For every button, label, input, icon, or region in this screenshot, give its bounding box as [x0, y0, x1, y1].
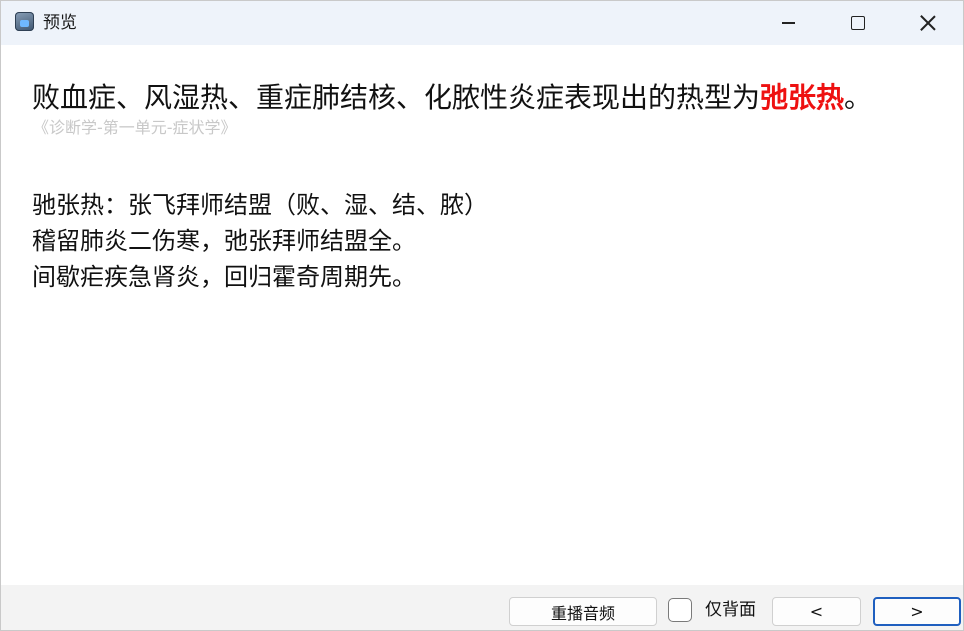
minimize-icon — [781, 22, 795, 24]
next-button[interactable]: > — [873, 597, 961, 626]
back-only-checkbox[interactable] — [668, 598, 692, 622]
close-button[interactable] — [893, 1, 963, 45]
title-bar[interactable]: 预览 — [1, 1, 963, 45]
maximize-button[interactable] — [823, 1, 893, 45]
previous-button[interactable]: < — [772, 597, 861, 626]
minimize-button[interactable] — [753, 1, 823, 45]
card-content: 败血症、风湿热、重症肺结核、化脓性炎症表现出的热型为弛张热。 《诊断学-第一单元… — [1, 45, 963, 585]
preview-window: 预览 败血症、风湿热、重症肺结核、化脓性炎症表现出的热型为弛张热。 《诊断学-第… — [0, 0, 964, 631]
maximize-icon — [851, 16, 865, 30]
mnemonic-notes: 驰张热：张飞拜师结盟（败、湿、结、脓） 稽留肺炎二伤寒，弛张拜师结盟全。 间歇疟… — [32, 187, 488, 295]
question-text: 败血症、风湿热、重症肺结核、化脓性炎症表现出的热型为弛张热。 — [32, 79, 872, 117]
question-main: 败血症、风湿热、重症肺结核、化脓性炎症表现出的热型为 — [32, 81, 761, 114]
question-end: 。 — [844, 81, 873, 114]
answer-highlight: 弛张热 — [760, 81, 845, 114]
replay-audio-button[interactable]: 重播音频 — [509, 597, 657, 626]
app-icon — [15, 12, 34, 31]
note-line: 间歇疟疾急肾炎，回归霍奇周期先。 — [32, 263, 416, 291]
close-icon — [920, 15, 936, 31]
back-only-label[interactable]: 仅背面 — [705, 599, 756, 621]
note-line: 稽留肺炎二伤寒，弛张拜师结盟全。 — [32, 227, 416, 255]
window-title: 预览 — [43, 13, 77, 33]
footer-bar: 重播音频 仅背面 < > — [1, 585, 963, 630]
note-line: 驰张热：张飞拜师结盟（败、湿、结、脓） — [32, 191, 488, 219]
source-reference: 《诊断学-第一单元-症状学》 — [33, 118, 237, 137]
